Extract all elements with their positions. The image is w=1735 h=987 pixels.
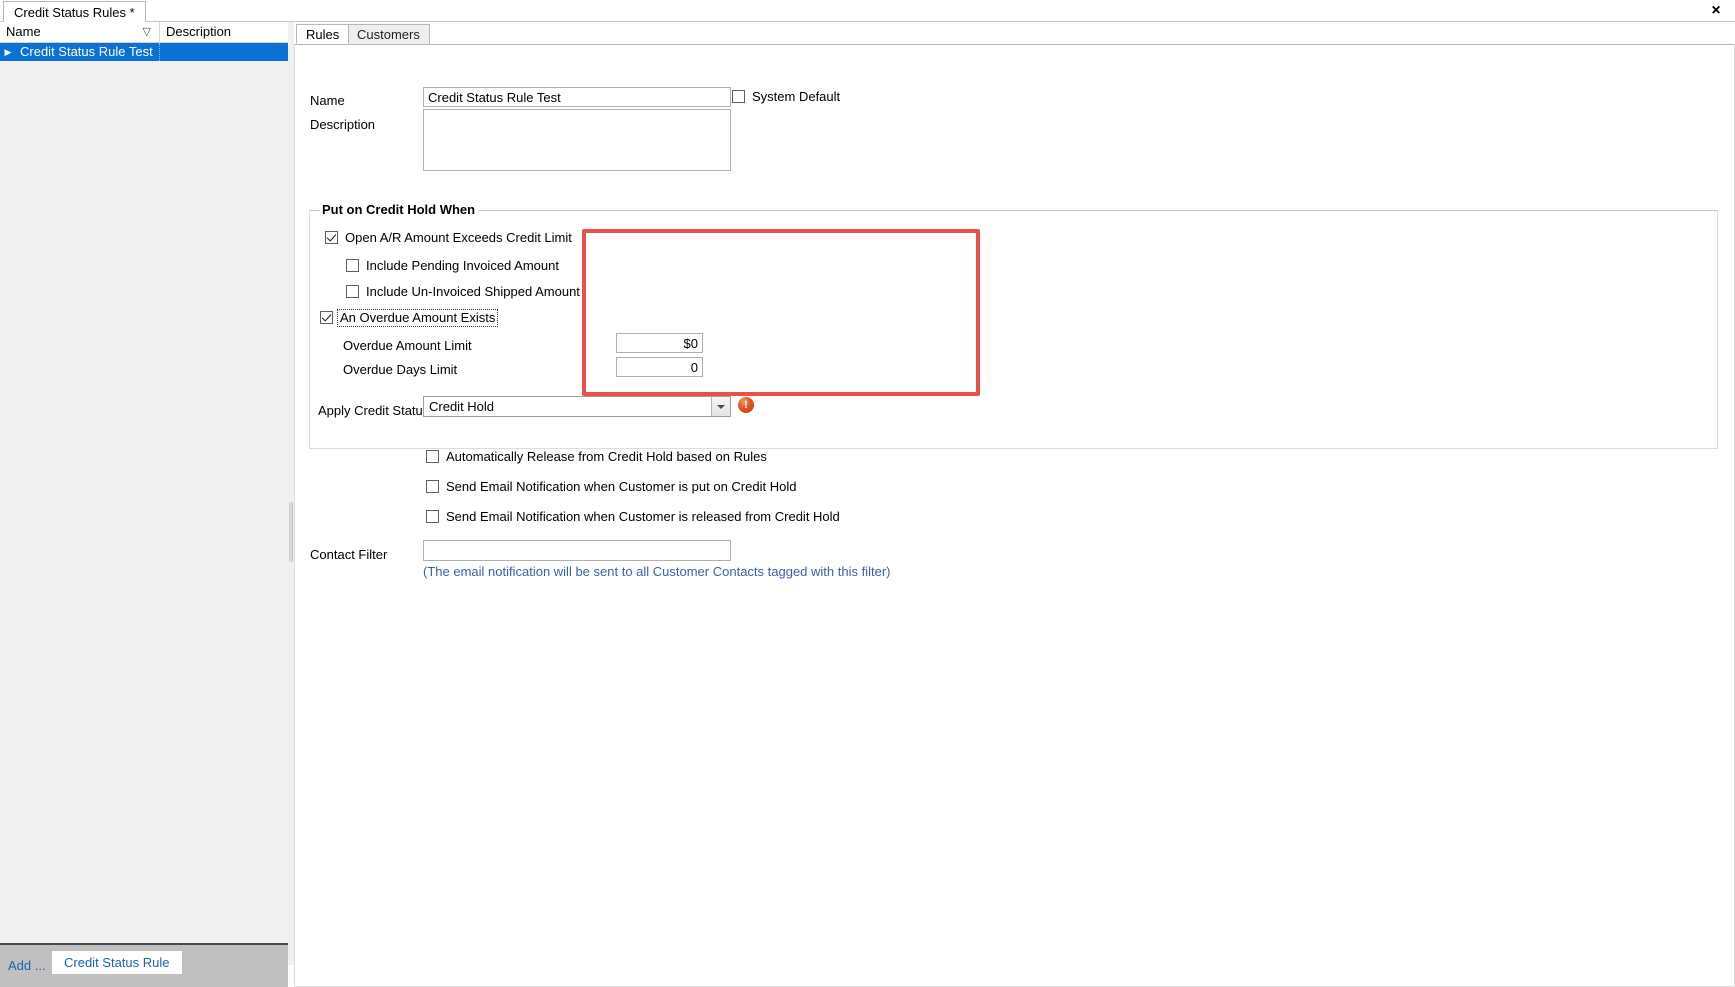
open-ar-exceeds-limit-row[interactable]: Open A/R Amount Exceeds Credit Limit xyxy=(325,230,572,245)
column-header-name-label: Name xyxy=(6,24,41,39)
auto-release-label: Automatically Release from Credit Hold b… xyxy=(446,449,767,464)
list-action-bar: Add ... Credit Status Rule xyxy=(0,943,288,987)
rules-list-panel: Name ▽ Description ▶ Credit Status Rule … xyxy=(0,22,288,987)
overdue-amount-exists-label: An Overdue Amount Exists xyxy=(337,309,499,327)
include-pending-invoiced-checkbox[interactable] xyxy=(346,259,359,272)
detail-tabstrip: Rules Customers xyxy=(294,22,1735,44)
name-input[interactable] xyxy=(423,87,731,107)
row-selector-arrow-icon: ▶ xyxy=(0,43,16,61)
system-default-checkbox[interactable] xyxy=(732,90,745,103)
add-link[interactable]: Add ... xyxy=(8,958,46,973)
window-tabstrip: Credit Status Rules * × xyxy=(0,0,1735,22)
column-header-description-label: Description xyxy=(166,24,232,39)
contact-filter-input[interactable] xyxy=(423,540,731,561)
include-uninvoiced-shipped-label: Include Un-Invoiced Shipped Amount xyxy=(366,284,580,299)
system-default-label: System Default xyxy=(752,89,841,104)
contact-filter-hint: (The email notification will be sent to … xyxy=(423,564,891,579)
system-default-checkbox-row[interactable]: System Default xyxy=(732,89,840,104)
grid-header: Name ▽ Description xyxy=(0,22,288,43)
overdue-amount-limit-input[interactable] xyxy=(616,333,703,353)
row-cell-description xyxy=(161,43,288,61)
email-on-hold-row[interactable]: Send Email Notification when Customer is… xyxy=(426,479,796,494)
error-icon[interactable]: ! xyxy=(738,397,754,413)
grid-empty-area xyxy=(0,61,288,943)
email-on-hold-checkbox[interactable] xyxy=(426,480,439,493)
table-row[interactable]: ▶ Credit Status Rule Test xyxy=(0,43,288,61)
email-on-release-row[interactable]: Send Email Notification when Customer is… xyxy=(426,509,840,524)
overdue-amount-limit-label: Overdue Amount Limit xyxy=(343,338,472,353)
overdue-amount-exists-checkbox[interactable] xyxy=(320,311,333,324)
contact-filter-label: Contact Filter xyxy=(310,547,388,562)
overdue-days-limit-input[interactable] xyxy=(616,357,703,377)
email-on-hold-label: Send Email Notification when Customer is… xyxy=(446,479,797,494)
include-pending-invoiced-label: Include Pending Invoiced Amount xyxy=(366,258,559,273)
email-on-release-checkbox[interactable] xyxy=(426,510,439,523)
include-uninvoiced-shipped-row[interactable]: Include Un-Invoiced Shipped Amount xyxy=(346,284,580,299)
splitter-grip-icon[interactable] xyxy=(289,502,293,562)
column-header-name[interactable]: Name ▽ xyxy=(0,22,160,42)
rules-tab-content: Name Description System Default Put on C… xyxy=(294,44,1735,987)
chevron-down-icon[interactable] xyxy=(711,397,730,416)
email-on-release-label: Send Email Notification when Customer is… xyxy=(446,509,840,524)
tab-customers[interactable]: Customers xyxy=(347,24,430,44)
description-label: Description xyxy=(310,117,376,132)
open-ar-exceeds-limit-checkbox[interactable] xyxy=(325,231,338,244)
apply-credit-status-label: Apply Credit Status xyxy=(318,403,430,418)
row-cell-name: Credit Status Rule Test xyxy=(17,43,160,61)
column-header-description[interactable]: Description xyxy=(160,22,288,42)
apply-credit-status-value: Credit Hold xyxy=(429,399,495,414)
auto-release-row[interactable]: Automatically Release from Credit Hold b… xyxy=(426,449,767,464)
rule-detail-panel: Rules Customers Name Description System … xyxy=(294,22,1735,987)
overdue-days-limit-label: Overdue Days Limit xyxy=(343,362,458,377)
name-label: Name xyxy=(310,93,345,108)
window-tab-label: Credit Status Rules * xyxy=(14,5,135,20)
tab-rules-label: Rules xyxy=(306,27,340,42)
overdue-amount-exists-row[interactable]: An Overdue Amount Exists xyxy=(320,309,499,327)
apply-credit-status-select[interactable]: Credit Hold xyxy=(423,396,731,417)
include-pending-invoiced-row[interactable]: Include Pending Invoiced Amount xyxy=(346,258,559,273)
description-input[interactable] xyxy=(423,109,731,171)
open-ar-exceeds-limit-label: Open A/R Amount Exceeds Credit Limit xyxy=(345,230,572,245)
groupbox-title: Put on Credit Hold When xyxy=(320,202,480,217)
tab-rules[interactable]: Rules xyxy=(296,24,350,44)
close-icon[interactable]: × xyxy=(1705,1,1727,21)
window-tab-credit-status-rules[interactable]: Credit Status Rules * xyxy=(3,1,146,22)
add-credit-status-rule-button[interactable]: Credit Status Rule xyxy=(52,951,182,974)
auto-release-checkbox[interactable] xyxy=(426,450,439,463)
tab-customers-label: Customers xyxy=(357,27,420,42)
sort-descending-icon[interactable]: ▽ xyxy=(143,27,151,38)
include-uninvoiced-shipped-checkbox[interactable] xyxy=(346,285,359,298)
